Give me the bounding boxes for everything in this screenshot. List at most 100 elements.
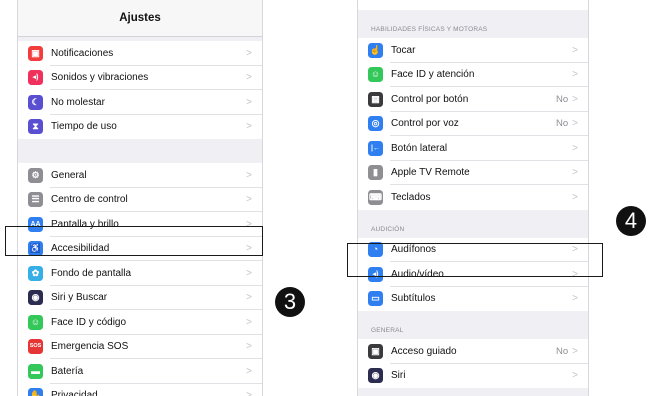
row-label: General	[51, 169, 87, 181]
row-label: Fondo de pantalla	[51, 267, 132, 279]
settings-row-privacidad[interactable]: ✋ Privacidad >	[18, 384, 262, 396]
settings-row-boton-lateral[interactable]: |← Botón lateral >	[358, 136, 588, 161]
audio-video-icon: ◂)	[368, 266, 383, 282]
chevron-right-icon: >	[572, 268, 578, 280]
section-header-general: GENERAL	[371, 327, 404, 334]
hourglass-icon: ⧗	[28, 119, 43, 135]
row-value: No	[556, 345, 569, 357]
partial-row	[358, 0, 588, 10]
chevron-right-icon: >	[246, 341, 252, 353]
settings-row-emergencia-sos[interactable]: SOS Emergencia SOS >	[18, 335, 262, 360]
section-header-hearing: AUDICIÓN	[371, 225, 405, 233]
row-label: Notificaciones	[51, 47, 114, 59]
chevron-right-icon: >	[572, 69, 578, 81]
lock-icon: ▣	[368, 343, 383, 359]
settings-row-centro-de-control[interactable]: ☰ Centro de control >	[18, 188, 262, 213]
notifications-icon: ▣	[28, 45, 43, 61]
accessibility-icon: ♿	[28, 241, 43, 257]
hand-point-icon: ☝	[368, 42, 383, 58]
settings-row-siri[interactable]: ◉ Siri >	[358, 364, 588, 389]
row-value: No	[556, 93, 569, 105]
row-label: Audífonos	[391, 244, 437, 256]
siri-icon: ◉	[368, 368, 383, 384]
chevron-right-icon: >	[246, 316, 252, 328]
settings-group-notifications: ▣ Notificaciones > ◂) Sonidos y vibraciones >…	[18, 41, 262, 139]
settings-row-control-por-voz[interactable]: ◎ Control por voz No >	[358, 112, 588, 137]
settings-group-general: ⚙ General > ☰ Centro de control > AA Pantalla y…	[18, 163, 262, 396]
settings-row-audifonos[interactable]: ◔ Audífonos >	[358, 238, 588, 263]
settings-row-audio-video[interactable]: ◂) Audio/vídeo >	[358, 262, 588, 287]
chevron-right-icon: >	[572, 293, 578, 305]
chevron-right-icon: >	[246, 96, 252, 108]
chevron-right-icon: >	[572, 44, 578, 56]
settings-row-face-id-y-codigo[interactable]: ☺ Face ID y código >	[18, 310, 262, 335]
row-label: Audio/vídeo	[391, 268, 444, 280]
row-label: Tocar	[391, 44, 416, 56]
settings-row-sonidos-y-vibraciones[interactable]: ◂) Sonidos y vibraciones >	[18, 66, 262, 91]
page-title: Ajustes	[119, 12, 161, 24]
chevron-right-icon: >	[572, 118, 578, 130]
settings-panel: Ajustes ▣ Notificaciones > ◂) Sonidos y vibr…	[18, 0, 262, 396]
subtitles-icon: ▭	[368, 291, 383, 307]
chevron-right-icon: >	[246, 169, 252, 181]
chevron-right-icon: >	[246, 72, 252, 84]
face-id-icon: ☺	[28, 314, 43, 330]
settings-row-notificaciones[interactable]: ▣ Notificaciones >	[18, 41, 262, 66]
general-group: ▣ Acceso guiado No > ◉ Siri >	[358, 339, 588, 388]
row-label: Face ID y código	[51, 316, 127, 328]
gear-icon: ⚙	[28, 167, 43, 183]
accessibility-panel: HABILIDADES FÍSICAS Y MOTORAS ☝ Tocar > ☺ Fa…	[358, 0, 588, 396]
settings-row-tocar[interactable]: ☝ Tocar >	[358, 38, 588, 63]
chevron-right-icon: >	[246, 218, 252, 230]
settings-row-general[interactable]: ⚙ General >	[18, 163, 262, 188]
settings-row-subtitulos[interactable]: ▭ Subtítulos >	[358, 287, 588, 312]
speaker-icon: ◂)	[28, 70, 43, 86]
settings-row-fondo-de-pantalla[interactable]: ✿ Fondo de pantalla >	[18, 261, 262, 286]
settings-row-siri-y-buscar[interactable]: ◉ Siri y Buscar >	[18, 286, 262, 311]
settings-row-accesibilidad[interactable]: ♿ Accesibilidad >	[18, 237, 262, 262]
ear-icon: ◔	[368, 242, 383, 258]
chevron-right-icon: >	[572, 167, 578, 179]
row-value: No	[556, 118, 569, 130]
row-label: Control por botón	[391, 93, 469, 105]
settings-row-no-molestar[interactable]: ☾ No molestar >	[18, 90, 262, 115]
hearing-group: ◔ Audífonos > ◂) Audio/vídeo > ▭ Subtítulos >	[358, 237, 588, 312]
voice-control-icon: ◎	[368, 116, 383, 132]
settings-row-tiempo-de-uso[interactable]: ⧗ Tiempo de uso >	[18, 115, 262, 140]
sos-icon: SOS	[28, 339, 43, 355]
text-size-icon: AA	[28, 216, 43, 232]
step-3-badge: 3	[275, 287, 305, 317]
row-label: Batería	[51, 365, 84, 377]
chevron-right-icon: >	[246, 365, 252, 377]
row-label: Siri y Buscar	[51, 292, 108, 304]
siri-icon: ◉	[28, 290, 43, 306]
row-label: Accesibilidad	[51, 243, 110, 255]
hand-icon: ✋	[28, 388, 43, 396]
wallpaper-icon: ✿	[28, 265, 43, 281]
motor-group: ☝ Tocar > ☺ Face ID y atención > ▦ Control por …	[358, 38, 588, 210]
chevron-right-icon: >	[246, 243, 252, 255]
chevron-right-icon: >	[246, 390, 252, 396]
row-label: Teclados	[391, 191, 431, 203]
chevron-right-icon: >	[246, 121, 252, 133]
settings-row-pantalla-y-brillo[interactable]: AA Pantalla y brillo >	[18, 212, 262, 237]
row-label: Apple TV Remote	[391, 167, 470, 179]
battery-icon: ▬	[28, 363, 43, 379]
side-button-icon: |←	[368, 140, 383, 156]
row-label: No molestar	[51, 96, 105, 108]
chevron-right-icon: >	[246, 194, 252, 206]
moon-icon: ☾	[28, 94, 43, 110]
chevron-right-icon: >	[572, 142, 578, 154]
chevron-right-icon: >	[572, 244, 578, 256]
chevron-right-icon: >	[572, 191, 578, 203]
settings-row-control-por-boton[interactable]: ▦ Control por botón No >	[358, 87, 588, 112]
settings-row-apple-tv-remote[interactable]: ▮ Apple TV Remote >	[358, 161, 588, 186]
row-label: Sonidos y vibraciones	[51, 72, 149, 84]
row-label: Siri	[391, 370, 406, 382]
settings-row-bateria[interactable]: ▬ Batería >	[18, 359, 262, 384]
step-4-badge: 4	[616, 206, 646, 236]
settings-row-teclados[interactable]: ⌨ Teclados >	[358, 185, 588, 210]
settings-row-face-id-y-atencion[interactable]: ☺ Face ID y atención >	[358, 63, 588, 88]
nav-bar: Ajustes	[18, 0, 262, 37]
settings-row-acceso-guiado[interactable]: ▣ Acceso guiado No >	[358, 339, 588, 364]
